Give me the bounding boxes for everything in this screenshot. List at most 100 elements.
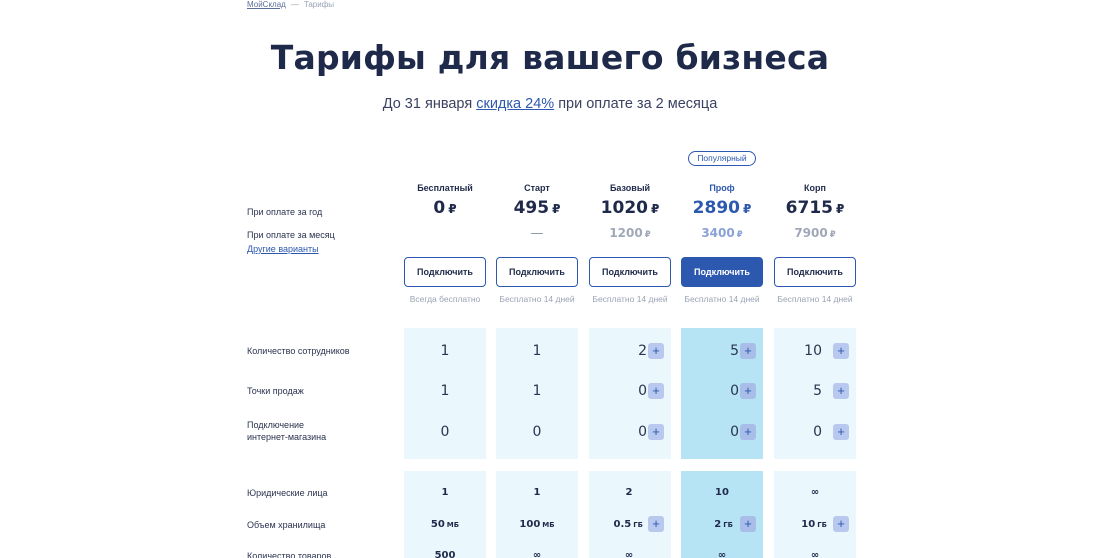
storage-amount: 50 <box>430 519 445 530</box>
goods-value: 500 <box>434 550 456 558</box>
storage-unit: МБ <box>542 521 555 529</box>
add-employees-button[interactable]: + <box>648 343 664 359</box>
price-year-value: 1020 <box>600 198 648 218</box>
connect-button-start[interactable]: Подключить <box>496 257 578 287</box>
employees-value: 10 <box>804 343 822 359</box>
ruble-icon: ₽ <box>742 202 752 216</box>
feature-block-pro-1: 5 + 0 + 0 + <box>681 328 763 459</box>
pos-value: 0 <box>730 383 739 399</box>
employees-value: 1 <box>532 343 542 359</box>
pos-cell: 0 <box>681 381 739 401</box>
label-legal-entities: Юридические лица <box>247 488 328 498</box>
price-year: 1020 ₽ <box>589 198 671 218</box>
plan-name: Бесплатный <box>417 183 473 193</box>
trial-text: Всегда бесплатно <box>409 294 481 304</box>
storage-value: 2 ГБ <box>714 515 733 535</box>
ruble-icon: ₽ <box>448 202 457 216</box>
shop-cell: 0 <box>496 422 578 442</box>
pos-cell: 0 <box>589 381 647 401</box>
pos-value: 1 <box>440 383 450 399</box>
price-year-value: 495 <box>513 198 550 218</box>
employees-value: 2 <box>638 343 647 359</box>
add-employees-button[interactable]: + <box>740 343 756 359</box>
goods-value: ∞ <box>717 550 727 558</box>
shop-cell: 0 <box>404 422 486 442</box>
shop-value: 0 <box>730 424 739 440</box>
other-options-text[interactable]: Другие варианты <box>247 244 319 254</box>
price-year: 0 ₽ <box>404 198 486 218</box>
ruble-icon: ₽ <box>644 230 651 240</box>
pos-value: 1 <box>532 383 542 399</box>
employees-value: 1 <box>440 343 450 359</box>
ruble-icon: ₽ <box>736 230 743 240</box>
add-storage-button[interactable]: + <box>740 516 756 532</box>
goods-cell: ∞ <box>774 545 856 558</box>
trial-text: Бесплатно 14 дней <box>777 294 853 304</box>
storage-cell: 0.5 ГБ <box>589 514 643 534</box>
storage-cell: 50 МБ <box>404 514 486 534</box>
legal-cell: 2 <box>589 482 669 502</box>
pos-cell: 1 <box>496 381 578 401</box>
shop-value: 0 <box>638 424 647 440</box>
shop-cell: 0 <box>589 422 647 442</box>
connect-button-corp[interactable]: Подключить <box>774 257 856 287</box>
storage-unit: ГБ <box>817 521 827 529</box>
pos-cell: 5 <box>774 381 822 401</box>
goods-cell: ∞ <box>681 545 763 558</box>
add-pos-button[interactable]: + <box>740 383 756 399</box>
price-year: 2890 ₽ <box>681 198 763 218</box>
storage-unit: ГБ <box>633 521 643 529</box>
price-year-value: 0 <box>433 198 446 218</box>
feature-block-start-2: 1 100 МБ ∞ <box>496 471 578 558</box>
storage-amount: 0.5 <box>613 519 632 530</box>
price-month-value: 7900 <box>794 226 828 240</box>
employees-value: 5 <box>730 343 739 359</box>
shop-value: 0 <box>440 424 450 440</box>
employees-cell: 1 <box>496 341 578 361</box>
add-storage-button[interactable]: + <box>833 516 849 532</box>
add-pos-button[interactable]: + <box>648 383 664 399</box>
price-month: 3400 ₽ <box>681 226 763 240</box>
other-options-link[interactable]: Другие варианты <box>247 243 319 255</box>
feature-block-pro-2: 10 2 ГБ + ∞ <box>681 471 763 558</box>
goods-cell: ∞ <box>496 545 578 558</box>
label-online-shop-line1: Подключение <box>247 420 305 430</box>
employees-cell: 2 <box>589 341 647 361</box>
legal-cell: ∞ <box>774 482 856 502</box>
feature-block-corp-1: 10 + 5 + 0 + <box>774 328 856 459</box>
plan-name: Старт <box>524 183 550 193</box>
connect-button-pro[interactable]: Подключить <box>681 257 763 287</box>
plan-name: Базовый <box>609 183 651 193</box>
price-month: 1200 ₽ <box>589 226 671 240</box>
add-shop-button[interactable]: + <box>740 424 756 440</box>
label-storage: Объем хранилища <box>247 520 326 530</box>
shop-value: 0 <box>813 424 822 440</box>
legal-value: 1 <box>533 487 541 498</box>
add-employees-button[interactable]: + <box>833 343 849 359</box>
employees-cell: 1 <box>404 341 486 361</box>
ruble-icon: ₽ <box>835 202 845 216</box>
goods-cell: ∞ <box>589 545 669 558</box>
employees-cell: 5 <box>681 341 739 361</box>
add-shop-button[interactable]: + <box>833 424 849 440</box>
pos-cell: 1 <box>404 381 486 401</box>
trial-text: Бесплатно 14 дней <box>684 294 760 304</box>
trial-text: Бесплатно 14 дней <box>499 294 575 304</box>
discount-link[interactable]: скидка 24% <box>476 96 554 112</box>
breadcrumb: МойСклад — Тарифы <box>247 0 334 9</box>
add-pos-button[interactable]: + <box>833 383 849 399</box>
connect-button-free[interactable]: Подключить <box>404 257 486 287</box>
breadcrumb-home-link[interactable]: МойСклад <box>247 0 286 9</box>
add-storage-button[interactable]: + <box>648 516 664 532</box>
label-year-price: При оплате за год <box>247 207 323 217</box>
price-year-value: 6715 <box>785 198 833 218</box>
shop-value: 0 <box>532 424 542 440</box>
storage-value: 10 ГБ <box>801 515 827 535</box>
price-month: 7900 ₽ <box>774 226 856 240</box>
legal-value: 10 <box>715 487 729 498</box>
breadcrumb-separator: — <box>290 0 299 9</box>
add-shop-button[interactable]: + <box>648 424 664 440</box>
connect-button-basic[interactable]: Подключить <box>589 257 671 287</box>
price-year: 6715 ₽ <box>774 198 856 218</box>
label-online-shop: Подключение интернет-магазина <box>247 419 326 443</box>
